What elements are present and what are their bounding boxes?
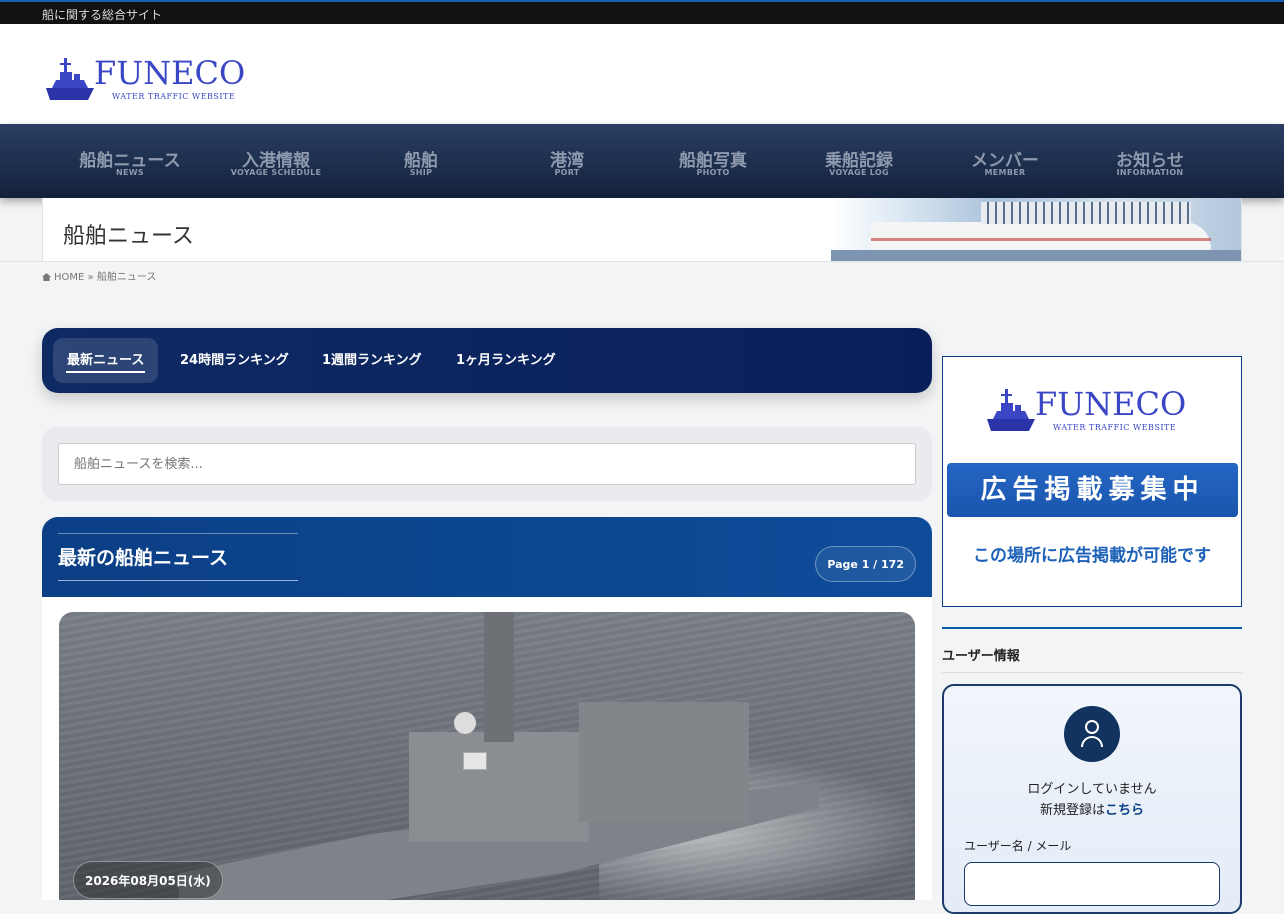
- username-label: ユーザー名 / メール: [964, 839, 1072, 853]
- site-header: FUNECO WATER TRAFFIC WEBSITE: [0, 24, 1284, 124]
- login-status: ログインしていません: [1027, 782, 1157, 797]
- site-tagline: 船に関する総合サイト: [42, 8, 163, 22]
- nav-item-photo[interactable]: 船舶写真 PHOTO: [640, 124, 786, 198]
- destroyer-superstructure-aft: [579, 702, 749, 822]
- register-link[interactable]: こちら: [1105, 803, 1144, 818]
- page-indicator: Page 1 / 172: [815, 546, 916, 582]
- nav-item-voyage-schedule[interactable]: 入港情報 VOYAGE SCHEDULE: [203, 124, 349, 198]
- breadcrumb-current: 船舶ニュース: [96, 272, 157, 283]
- home-icon: [42, 273, 51, 281]
- radar-dome: [454, 712, 476, 734]
- main-nav: 船舶ニュース NEWS 入港情報 VOYAGE SCHEDULE 船舶 SHIP…: [0, 124, 1284, 198]
- top-strip: 船に関する総合サイト: [0, 0, 1284, 24]
- nav-item-voyage-log[interactable]: 乗船記録 VOYAGE LOG: [786, 124, 932, 198]
- nav-sublabel: NEWS: [116, 168, 144, 177]
- nav-sublabel: INFORMATION: [1116, 168, 1184, 177]
- divider: [0, 261, 1284, 262]
- banner-ship-deck: [981, 202, 1191, 224]
- cruise-ship-banner-image: [831, 198, 1241, 261]
- page-title-bar: 船舶ニュース: [42, 198, 1242, 261]
- news-panel: 最新の船舶ニュース Page 1 / 172 2026年08月05日(水): [42, 517, 932, 900]
- user-icon: [1064, 706, 1120, 762]
- ad-box[interactable]: FUNECO WATER TRAFFIC WEBSITE 広告掲載募集中 この場…: [942, 356, 1242, 607]
- ad-text: この場所に広告掲載が可能です: [973, 546, 1211, 566]
- page-title: 船舶ニュース: [63, 224, 194, 249]
- banner-ship-stripe: [871, 238, 1211, 241]
- logo-text: FUNECO: [94, 54, 246, 92]
- tab-latest-news[interactable]: 最新ニュース: [53, 338, 159, 383]
- news-date-badge: 2026年08月05日(水): [73, 861, 223, 899]
- news-search-input[interactable]: [58, 443, 916, 485]
- breadcrumb: HOME » 船舶ニュース: [42, 268, 156, 283]
- nav-item-port[interactable]: 港湾 PORT: [494, 124, 640, 198]
- nav-sublabel: MEMBER: [984, 168, 1026, 177]
- banner-ship-hull: [871, 222, 1211, 250]
- username-input[interactable]: [964, 862, 1220, 906]
- nav-item-news[interactable]: 船舶ニュース NEWS: [57, 124, 203, 198]
- register-line: 新規登録はこちら: [944, 799, 1240, 818]
- destroyer-superstructure: [409, 732, 589, 842]
- nav-sublabel: PHOTO: [696, 168, 730, 177]
- nav-item-member[interactable]: メンバー MEMBER: [932, 124, 1078, 198]
- news-tabs: 最新ニュース 24時間ランキング 1週間ランキング 1ヶ月ランキング: [42, 328, 932, 393]
- nav-sublabel: PORT: [554, 168, 580, 177]
- register-prefix: 新規登録は: [1039, 803, 1105, 818]
- nav-sublabel: VOYAGE SCHEDULE: [230, 168, 322, 177]
- ship-logo-icon: [46, 58, 94, 100]
- nav-sublabel: SHIP: [409, 168, 433, 177]
- user-icon-body: [1081, 736, 1103, 747]
- tab-1week-ranking[interactable]: 1週間ランキング: [308, 338, 436, 383]
- search-container: [42, 427, 932, 501]
- logo-subtitle: WATER TRAFFIC WEBSITE: [112, 92, 236, 101]
- news-heading: 最新の船舶ニュース: [58, 533, 298, 581]
- banner-water: [831, 250, 1241, 261]
- ad-banner: 広告掲載募集中: [947, 463, 1238, 517]
- featured-news-card[interactable]: 2026年08月05日(水): [59, 612, 915, 900]
- user-icon-head: [1085, 720, 1099, 734]
- breadcrumb-separator: »: [87, 272, 94, 283]
- news-header: 最新の船舶ニュース Page 1 / 172: [42, 517, 932, 597]
- site-logo[interactable]: FUNECO WATER TRAFFIC WEBSITE: [44, 54, 246, 106]
- user-info-box: ログインしていません 新規登録はこちら ユーザー名 / メール: [942, 684, 1242, 914]
- nav-item-information[interactable]: お知らせ INFORMATION: [1077, 124, 1223, 198]
- ad-logo: FUNECO WATER TRAFFIC WEBSITE: [985, 385, 1205, 437]
- tab-24h-ranking[interactable]: 24時間ランキング: [166, 338, 303, 383]
- bridge-window: [463, 752, 487, 770]
- ad-logo-subtitle: WATER TRAFFIC WEBSITE: [1053, 423, 1177, 432]
- ad-logo-text: FUNECO: [1035, 385, 1187, 423]
- ship-logo-icon: [987, 389, 1035, 431]
- destroyer-mast: [484, 612, 514, 742]
- tab-1month-ranking[interactable]: 1ヶ月ランキング: [442, 338, 570, 383]
- nav-sublabel: VOYAGE LOG: [829, 168, 889, 177]
- breadcrumb-home[interactable]: HOME: [54, 272, 84, 283]
- nav-item-ship[interactable]: 船舶 SHIP: [348, 124, 494, 198]
- user-info-heading: ユーザー情報: [942, 627, 1242, 673]
